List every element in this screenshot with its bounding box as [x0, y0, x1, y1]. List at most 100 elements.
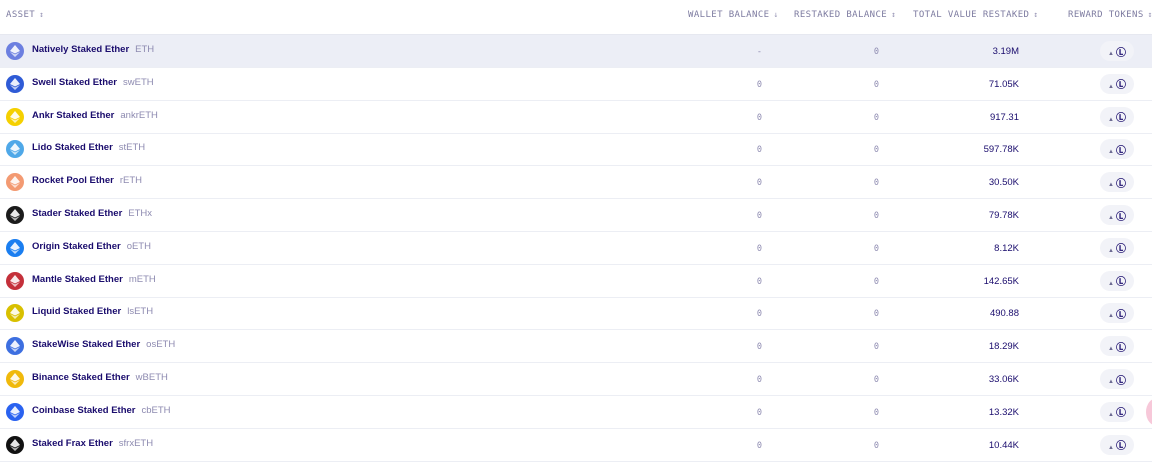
total-value-restaked-value: 18.29K	[988, 341, 1019, 353]
eigenlayer-icon: Ⓛ	[1115, 309, 1126, 321]
eigenlayer-icon: Ⓛ	[1115, 375, 1126, 387]
restaked-balance-value: 0	[873, 79, 879, 90]
reward-small-glyph: ▲	[1108, 379, 1114, 385]
asset-name[interactable]: StakeWise Staked Ether osETH	[32, 339, 175, 350]
binance-icon	[6, 370, 24, 388]
table-row[interactable]: Rocket Pool Ether rETH 0 0 30.50K ▲ Ⓛ	[0, 166, 1152, 200]
reward-token-badge[interactable]: ▲ Ⓛ	[1100, 205, 1134, 225]
eigenlayer-icon: Ⓛ	[1115, 113, 1126, 125]
reward-small-glyph: ▲	[1108, 346, 1114, 353]
table-row[interactable]: Mantle Staked Ether mETH 0 0 142.65K ▲ Ⓛ	[0, 265, 1152, 298]
asset-name[interactable]: Rocket Pool Ether rETH	[32, 175, 142, 186]
restaked-balance-value: 0	[873, 342, 879, 353]
reward-small-glyph: ▲	[1108, 215, 1114, 221]
reward-token-badge[interactable]: ▲ Ⓛ	[1100, 401, 1134, 422]
origin-icon	[6, 238, 24, 257]
reward-token-badge[interactable]: ▲ Ⓛ	[1100, 73, 1134, 94]
asset-symbol: wBETH	[135, 372, 168, 383]
sort-icon: ↕	[891, 10, 897, 19]
asset-name[interactable]: Ankr Staked Ether ankrETH	[32, 110, 158, 121]
restaked-balance-value: 0	[873, 309, 879, 320]
asset-symbol: ETHx	[128, 208, 153, 219]
ethereum-icon	[6, 42, 24, 60]
total-value-restaked-value: 71.05K	[988, 78, 1019, 90]
restaked-balance-value: 0	[873, 243, 879, 254]
asset-name[interactable]: Binance Staked Ether wBETH	[32, 372, 168, 383]
table-row[interactable]: Swell Staked Ether swETH 0 0 71.05K ▲ Ⓛ	[0, 68, 1152, 101]
wallet-balance-value: 0	[756, 211, 762, 221]
reward-small-glyph: ▲	[1108, 247, 1114, 254]
wallet-balance-value: -	[756, 47, 762, 57]
table-row[interactable]: Coinbase Staked Ether cbETH 0 0 13.32K ▲ Ⓛ	[0, 396, 1152, 429]
restaking-assets-table: ASSET ↕ WALLET BALANCE ↓ RESTAKED BALANCE ↕…	[0, 0, 1152, 473]
restaked-balance-value: 0	[873, 112, 879, 123]
reward-token-badge[interactable]: ▲ Ⓛ	[1100, 172, 1134, 193]
reward-token-badge[interactable]: ▲ Ⓛ	[1100, 139, 1134, 160]
swell-icon	[6, 74, 24, 93]
header-asset[interactable]: ASSET ↕	[6, 10, 44, 20]
reward-small-glyph: ▲	[1108, 83, 1114, 90]
table-row[interactable]: StakeWise Staked Ether osETH 0 0 18.29K ▲ Ⓛ	[0, 330, 1152, 364]
asset-symbol: stETH	[118, 142, 146, 154]
reward-small-glyph: ▲	[1108, 444, 1114, 451]
asset-name[interactable]: Origin Staked Ether oETH	[32, 241, 151, 252]
wallet-balance-value: 0	[756, 276, 762, 287]
asset-name[interactable]: Natively Staked Ether ETH	[32, 44, 154, 55]
eigenlayer-icon: Ⓛ	[1115, 211, 1126, 223]
asset-name[interactable]: Stader Staked Ether ETHx	[32, 208, 152, 219]
wallet-balance-value: 0	[756, 342, 762, 353]
total-value-restaked-value: 33.06K	[988, 374, 1019, 385]
reward-token-badge[interactable]: ▲ Ⓛ	[1100, 237, 1134, 258]
asset-symbol: ETH	[135, 44, 155, 55]
stakewise-icon	[6, 337, 24, 356]
asset-name[interactable]: Liquid Staked Ether lsETH	[32, 306, 153, 317]
restaked-balance-value: 0	[873, 178, 879, 189]
ankr-icon	[6, 107, 24, 126]
asset-symbol: rETH	[119, 175, 142, 187]
sort-icon: ↕	[1147, 10, 1152, 19]
wallet-balance-value: 0	[756, 243, 762, 254]
table-row[interactable]: Liquid Staked Ether lsETH 0 0 490.88 ▲ Ⓛ	[0, 297, 1152, 331]
table-row[interactable]: Natively Staked Ether ETH - 0 3.19M ▲ Ⓛ	[0, 35, 1152, 68]
sort-icon: ↕	[1033, 10, 1039, 19]
liquid-collective-icon	[6, 304, 24, 323]
asset-name[interactable]: Coinbase Staked Ether cbETH	[32, 405, 171, 416]
table-row[interactable]: Lido Staked Ether stETH 0 0 597.78K ▲ Ⓛ	[0, 133, 1152, 167]
wallet-balance-value: 0	[756, 440, 762, 451]
restaked-balance-value: 0	[873, 145, 879, 156]
asset-symbol: mETH	[128, 273, 156, 285]
table-row[interactable]: Ankr Staked Ether ankrETH 0 0 917.31 ▲ Ⓛ	[0, 101, 1152, 134]
asset-symbol: ankrETH	[120, 109, 158, 121]
wallet-balance-value: 0	[756, 407, 762, 418]
restaked-balance-value: 0	[873, 47, 879, 57]
reward-token-badge[interactable]: ▲ Ⓛ	[1100, 41, 1134, 61]
wallet-balance-value: 0	[756, 79, 762, 90]
asset-name[interactable]: Swell Staked Ether swETH	[32, 77, 154, 88]
asset-name[interactable]: Staked Frax Ether sfrxETH	[32, 438, 153, 449]
reward-token-badge[interactable]: ▲ Ⓛ	[1100, 106, 1134, 127]
asset-name[interactable]: Lido Staked Ether stETH	[32, 142, 145, 153]
total-value-restaked-value: 490.88	[989, 308, 1019, 320]
reward-token-badge[interactable]: ▲ Ⓛ	[1100, 434, 1134, 455]
reward-token-badge[interactable]: ▲ Ⓛ	[1100, 369, 1134, 389]
reward-token-badge[interactable]: ▲ Ⓛ	[1100, 270, 1134, 291]
asset-symbol: swETH	[123, 76, 154, 88]
header-total-value-restaked[interactable]: TOTAL VALUE RESTAKED ↕	[913, 10, 1039, 20]
header-reward-tokens[interactable]: REWARD TOKENS ↕	[1068, 10, 1152, 20]
eigenlayer-icon: Ⓛ	[1115, 277, 1126, 289]
eigenlayer-icon: Ⓛ	[1115, 47, 1126, 59]
table-row[interactable]: Staked Frax Ether sfrxETH 0 0 10.44K ▲ Ⓛ	[0, 429, 1152, 462]
asset-name[interactable]: Mantle Staked Ether mETH	[32, 274, 156, 285]
header-wallet-balance[interactable]: WALLET BALANCE ↓	[688, 10, 779, 20]
table-row[interactable]: Origin Staked Ether oETH 0 0 8.12K ▲ Ⓛ	[0, 232, 1152, 265]
table-row[interactable]: Stader Staked Ether ETHx 0 0 79.78K ▲ Ⓛ	[0, 199, 1152, 232]
stader-icon	[6, 206, 24, 224]
table-row[interactable]: Binance Staked Ether wBETH 0 0 33.06K ▲ Ⓛ	[0, 363, 1152, 396]
header-restaked-balance[interactable]: RESTAKED BALANCE ↕	[794, 10, 896, 20]
reward-token-badge[interactable]: ▲ Ⓛ	[1100, 336, 1134, 357]
eigenlayer-icon: Ⓛ	[1115, 441, 1126, 453]
restaked-balance-value: 0	[873, 211, 879, 221]
table-header: ASSET ↕ WALLET BALANCE ↓ RESTAKED BALANCE ↕…	[0, 0, 1152, 35]
asset-symbol: osETH	[146, 339, 176, 351]
reward-token-badge[interactable]: ▲ Ⓛ	[1100, 303, 1134, 324]
